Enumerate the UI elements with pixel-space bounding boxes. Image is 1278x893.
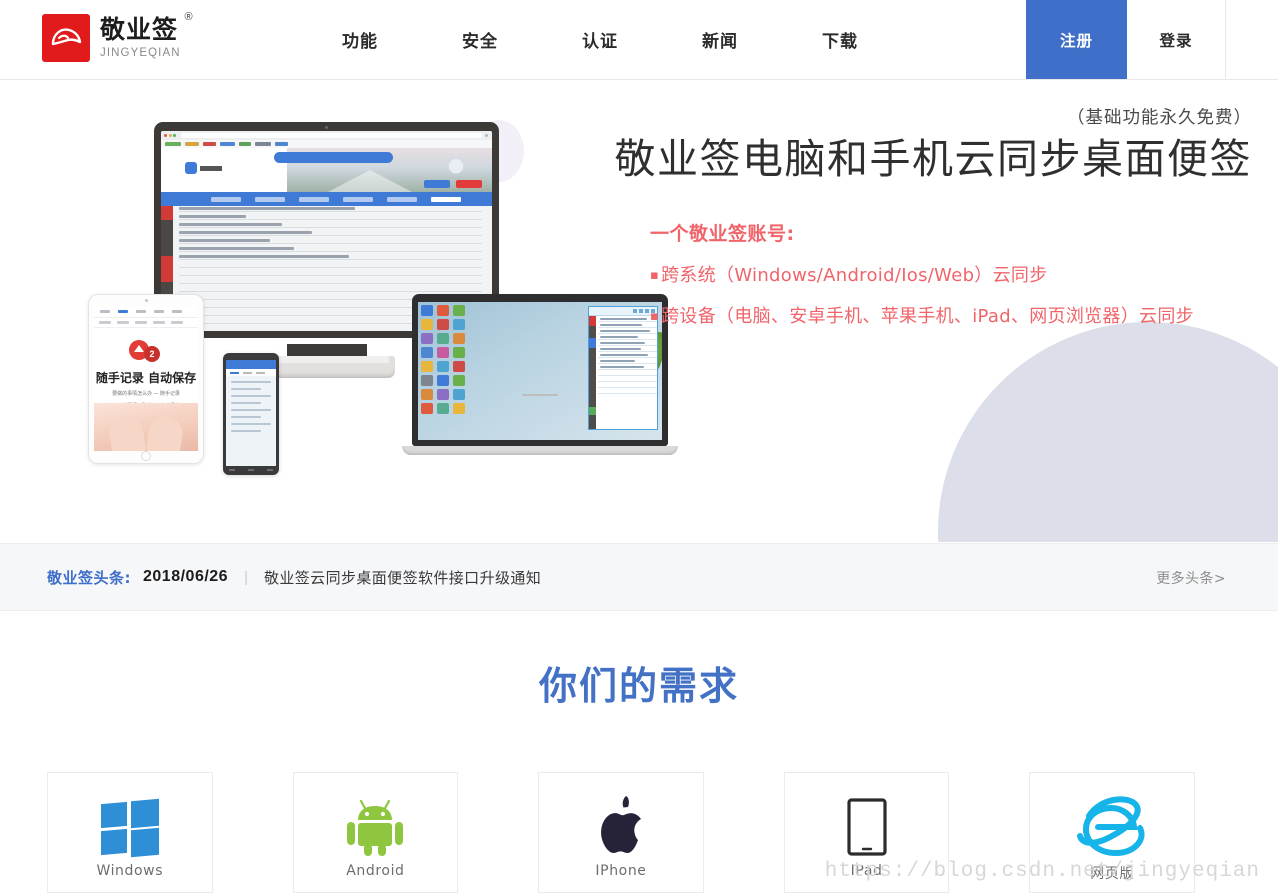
tablet-promo-art: 2 随手记录 自动保存 要做的事情怎么办 — 随手记录 记下的事情不确认 — 自… [94,328,198,410]
hero-banner: 2 随手记录 自动保存 要做的事情怎么办 — 随手记录 记下的事情不确认 — 自… [0,80,1278,542]
platform-card-android[interactable]: Android [292,772,459,893]
phone-screen [226,360,276,471]
tablet-top-nav [94,306,198,318]
smartphone-mockup [223,353,279,475]
internet-explorer-logo-icon [1076,791,1148,863]
nav-item-news[interactable]: 新闻 [660,27,780,52]
login-button[interactable]: 登录 [1127,0,1226,79]
news-tag-label: 敬业签头条: [47,568,131,587]
tablet-screen: 2 随手记录 自动保存 要做的事情怎么办 — 随手记录 记下的事情不确认 — 自… [94,306,198,451]
news-date: 2018/06/26 [143,568,229,585]
platform-card-iphone[interactable]: IPhone [538,772,704,893]
platform-card-label: IPad [850,863,883,879]
app-user-avatar [448,158,464,174]
phone-status-bar [226,360,276,369]
platform-card-label: Android [346,863,405,879]
phone-tab-bar [226,369,276,376]
cloud-sync-badge-icon: 2 [94,340,198,366]
news-ticker-bar: 敬业签头条: 2018/06/26 | 敬业签云同步桌面便签软件接口升级通知 更… [0,543,1278,611]
news-separator: | [244,568,248,586]
browser-toolbar [161,131,492,140]
windows-logo-icon [100,791,159,863]
tablet-sub-nav [94,318,198,328]
hero-title: 敬业签电脑和手机云同步桌面便签 [614,135,1252,183]
auth-buttons: 注册 登录 [1026,0,1226,79]
desktop-icons [421,305,465,414]
app-secondary-button [456,180,482,188]
app-tab-bar [161,192,492,206]
site-header: 敬业签 ® JINGYEQIAN 功能 安全 认证 新闻 下载 注册 登录 [0,0,1278,80]
tablet-mockup: 2 随手记录 自动保存 要做的事情怎么办 — 随手记录 记下的事情不确认 — 自… [88,294,204,464]
app-primary-button [424,180,450,188]
main-navigation: 功能 安全 认证 新闻 下载 [300,0,900,79]
ipad-tablet-icon [846,791,887,863]
platform-card-windows[interactable]: Windows [47,772,213,893]
laptop-base [402,446,678,455]
browser-bookmarks-bar [161,140,492,148]
logo-chinese-name: 敬业签 [100,15,179,44]
hero-feature-list: 一个敬业签账号: ▪ 跨系统（Windows/Android/Ios/Web）云同… [572,219,1252,328]
nav-item-certification[interactable]: 认证 [540,27,660,52]
jingyeqian-bird-logo-icon [42,14,90,62]
apple-logo-icon [595,791,647,863]
app-header-area [161,148,492,192]
more-news-link[interactable]: 更多头条> [1156,568,1226,588]
platform-card-label: Windows [96,863,164,879]
typing-hands-photo [94,403,198,451]
platform-card-list: Windows Android IPhone IPad 网页版 [47,772,1195,893]
platform-card-label: IPhone [595,863,647,879]
page-root: 敬业签 ® JINGYEQIAN 功能 安全 认证 新闻 下载 注册 登录 2 … [0,0,1278,893]
bullet-marker-icon: ▪ [650,268,660,283]
platform-card-ipad[interactable]: IPad [783,772,950,893]
nav-item-security[interactable]: 安全 [420,27,540,52]
tablet-home-button [141,451,151,461]
hero-bullet-cross-device: ▪ 跨设备（电脑、安卓手机、苹果手机、iPad、网页浏览器）云同步 [650,302,1252,328]
register-button[interactable]: 注册 [1026,0,1127,79]
news-ticker-content: 敬业签头条: 2018/06/26 | 敬业签云同步桌面便签软件接口升级通知 [47,544,541,610]
hero-bullet-text-1: 跨系统（Windows/Android/Ios/Web）云同步 [661,265,1048,286]
news-headline-link[interactable]: 敬业签云同步桌面便签软件接口升级通知 [264,567,541,588]
app-logo-icon [185,162,222,174]
platform-card-web[interactable]: 网页版 [1029,772,1195,893]
site-logo[interactable]: 敬业签 ® JINGYEQIAN [42,11,193,62]
tablet-subline-1: 要做的事情怎么办 — 随手记录 [112,391,180,397]
hero-sub-lead: 一个敬业签账号: [650,223,795,245]
sticky-note-category-rail [589,316,596,429]
monitor-camera-icon [325,126,328,129]
page-title: 你们的需求 [538,664,739,708]
hero-bullet-text-2: 跨设备（电脑、安卓手机、苹果手机、iPad、网页浏览器）云同步 [661,306,1194,327]
tablet-headline: 随手记录 自动保存 [95,371,197,385]
platform-card-label: 网页版 [1090,866,1135,882]
android-logo-icon [345,791,405,863]
logo-english-name: JINGYEQIAN [100,47,181,59]
app-search-bar [273,152,393,163]
nav-item-download[interactable]: 下载 [780,27,900,52]
bullet-marker-icon: ▪ [650,309,660,324]
nav-item-features[interactable]: 功能 [300,27,420,52]
hero-free-note: （基础功能永久免费） [1067,108,1252,128]
monitor-stand [286,344,367,356]
registered-trademark-icon: ® [184,11,193,23]
hero-text-block: （基础功能永久免费） 敬业签电脑和手机云同步桌面便签 一个敬业签账号: ▪ 跨系统… [572,104,1252,328]
badge-count: 2 [144,346,160,362]
hero-decoration-circle-right [938,322,1278,542]
hero-bullet-cross-system: ▪ 跨系统（Windows/Android/Ios/Web）云同步 [650,261,1252,287]
logo-text-block: 敬业签 ® JINGYEQIAN [100,11,193,60]
browser-address-bar [180,133,482,138]
tablet-camera-icon [144,299,148,302]
